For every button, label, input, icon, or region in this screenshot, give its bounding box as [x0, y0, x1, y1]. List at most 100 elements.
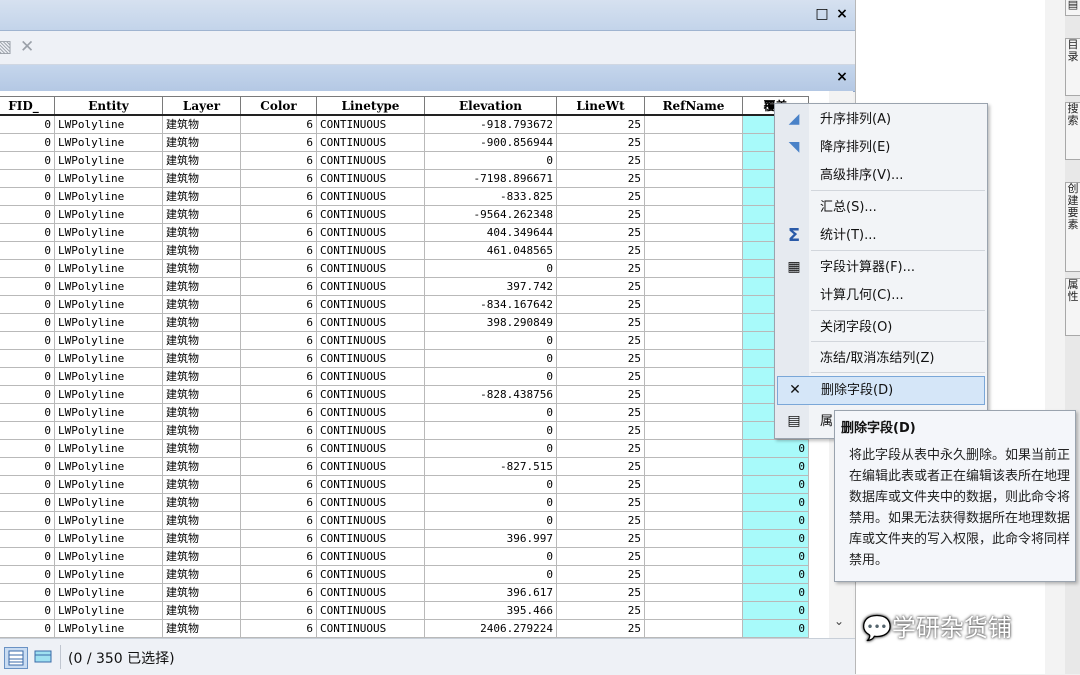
- table-cell[interactable]: 6: [240, 114, 317, 134]
- table-cell[interactable]: 0: [424, 349, 557, 368]
- table-cell[interactable]: -828.438756: [424, 385, 557, 404]
- column-header[interactable]: Layer: [162, 96, 241, 116]
- table-cell[interactable]: 6: [240, 403, 317, 422]
- table-cell[interactable]: 建筑物: [162, 114, 241, 134]
- table-cell[interactable]: LWPolyline: [54, 187, 163, 206]
- table-cell[interactable]: LWPolyline: [54, 403, 163, 422]
- column-header[interactable]: Elevation: [424, 96, 557, 116]
- side-tab-search[interactable]: 搜索: [1065, 102, 1080, 160]
- table-cell[interactable]: 25: [556, 295, 645, 314]
- table-cell[interactable]: 25: [556, 619, 645, 638]
- table-cell[interactable]: [644, 349, 743, 368]
- table-cell[interactable]: 25: [556, 601, 645, 620]
- table-cell[interactable]: LWPolyline: [54, 511, 163, 530]
- table-cell[interactable]: CONTINUOUS: [316, 349, 425, 368]
- table-cell[interactable]: [644, 529, 743, 548]
- table-cell[interactable]: CONTINUOUS: [316, 565, 425, 584]
- table-cell[interactable]: [644, 277, 743, 296]
- table-cell[interactable]: 0: [0, 619, 55, 638]
- table-cell[interactable]: [644, 403, 743, 422]
- table-cell[interactable]: CONTINUOUS: [316, 511, 425, 530]
- table-cell[interactable]: 6: [240, 205, 317, 224]
- table-cell[interactable]: 25: [556, 493, 645, 512]
- table-cell[interactable]: 6: [240, 133, 317, 152]
- table-cell[interactable]: 25: [556, 133, 645, 152]
- show-selected-records-icon[interactable]: [32, 647, 54, 667]
- table-cell[interactable]: 建筑物: [162, 133, 241, 152]
- table-row[interactable]: 0LWPolyline建筑物6CONTINUOUS0250: [0, 331, 809, 350]
- table-cell[interactable]: CONTINUOUS: [316, 529, 425, 548]
- table-cell[interactable]: 0: [0, 457, 55, 476]
- table-row[interactable]: 0LWPolyline建筑物6CONTINUOUS0250: [0, 421, 809, 440]
- table-cell[interactable]: 25: [556, 457, 645, 476]
- table-cell[interactable]: 6: [240, 493, 317, 512]
- table-cell[interactable]: 0: [0, 151, 55, 170]
- table-cell[interactable]: CONTINUOUS: [316, 403, 425, 422]
- table-cell[interactable]: CONTINUOUS: [316, 583, 425, 602]
- table-cell[interactable]: 25: [556, 313, 645, 332]
- table-cell[interactable]: 25: [556, 277, 645, 296]
- table-cell[interactable]: 建筑物: [162, 583, 241, 602]
- table-row[interactable]: 0LWPolyline建筑物6CONTINUOUS0250: [0, 259, 809, 278]
- table-cell[interactable]: 0: [0, 385, 55, 404]
- table-cell[interactable]: CONTINUOUS: [316, 259, 425, 278]
- table-cell[interactable]: [644, 241, 743, 260]
- table-cell[interactable]: 0: [0, 169, 55, 188]
- table-cell[interactable]: CONTINUOUS: [316, 367, 425, 386]
- table-cell[interactable]: CONTINUOUS: [316, 475, 425, 494]
- table-cell[interactable]: 建筑物: [162, 385, 241, 404]
- table-cell[interactable]: 0: [0, 331, 55, 350]
- table-cell[interactable]: [644, 313, 743, 332]
- table-cell[interactable]: 25: [556, 205, 645, 224]
- table-cell[interactable]: 0: [0, 403, 55, 422]
- table-cell[interactable]: 6: [240, 547, 317, 566]
- table-cell[interactable]: [644, 511, 743, 530]
- table-cell[interactable]: 0: [0, 313, 55, 332]
- table-cell[interactable]: [644, 385, 743, 404]
- side-tab-create-features[interactable]: 创建要素: [1065, 182, 1080, 272]
- table-cell[interactable]: 25: [556, 565, 645, 584]
- table-cell[interactable]: 25: [556, 151, 645, 170]
- table-cell[interactable]: [644, 223, 743, 242]
- table-row[interactable]: 0LWPolyline建筑物6CONTINUOUS-9564.262348250: [0, 205, 809, 224]
- table-cell[interactable]: 6: [240, 169, 317, 188]
- table-cell[interactable]: 0: [0, 205, 55, 224]
- table-row[interactable]: 0LWPolyline建筑物6CONTINUOUS398.290849250: [0, 313, 809, 332]
- table-cell[interactable]: 6: [240, 241, 317, 260]
- column-header[interactable]: FID_: [0, 96, 55, 116]
- table-cell[interactable]: 建筑物: [162, 403, 241, 422]
- table-cell[interactable]: 0: [0, 547, 55, 566]
- table-cell[interactable]: [644, 619, 743, 638]
- table-row[interactable]: 0LWPolyline建筑物6CONTINUOUS0250: [0, 565, 809, 584]
- table-cell[interactable]: 0: [0, 565, 55, 584]
- table-row[interactable]: 0LWPolyline建筑物6CONTINUOUS-918.793672250: [0, 114, 809, 134]
- table-cell[interactable]: [644, 295, 743, 314]
- table-row[interactable]: 0LWPolyline建筑物6CONTINUOUS397.742250: [0, 277, 809, 296]
- table-cell[interactable]: LWPolyline: [54, 439, 163, 458]
- table-cell[interactable]: 398.290849: [424, 313, 557, 332]
- table-cell[interactable]: [644, 169, 743, 188]
- table-cell[interactable]: 建筑物: [162, 601, 241, 620]
- table-cell[interactable]: 0: [0, 439, 55, 458]
- table-row[interactable]: 0LWPolyline建筑物6CONTINUOUS0250: [0, 493, 809, 512]
- table-cell[interactable]: 6: [240, 511, 317, 530]
- table-cell[interactable]: 建筑物: [162, 277, 241, 296]
- table-cell[interactable]: LWPolyline: [54, 295, 163, 314]
- table-cell[interactable]: 0: [742, 583, 809, 602]
- table-cell[interactable]: LWPolyline: [54, 133, 163, 152]
- table-row[interactable]: 0LWPolyline建筑物6CONTINUOUS0250: [0, 367, 809, 386]
- table-cell[interactable]: 建筑物: [162, 565, 241, 584]
- table-cell[interactable]: CONTINUOUS: [316, 331, 425, 350]
- table-cell[interactable]: LWPolyline: [54, 421, 163, 440]
- table-cell[interactable]: CONTINUOUS: [316, 493, 425, 512]
- menu-item[interactable]: ◥ 降序排列(E): [777, 134, 985, 161]
- table-cell[interactable]: LWPolyline: [54, 547, 163, 566]
- table-cell[interactable]: 6: [240, 349, 317, 368]
- table-cell[interactable]: 0: [424, 475, 557, 494]
- table-cell[interactable]: LWPolyline: [54, 349, 163, 368]
- table-cell[interactable]: LWPolyline: [54, 529, 163, 548]
- table-cell[interactable]: 25: [556, 367, 645, 386]
- menu-item[interactable]: ✕ 删除字段(D): [777, 376, 985, 405]
- table-cell[interactable]: 建筑物: [162, 457, 241, 476]
- table-cell[interactable]: 建筑物: [162, 439, 241, 458]
